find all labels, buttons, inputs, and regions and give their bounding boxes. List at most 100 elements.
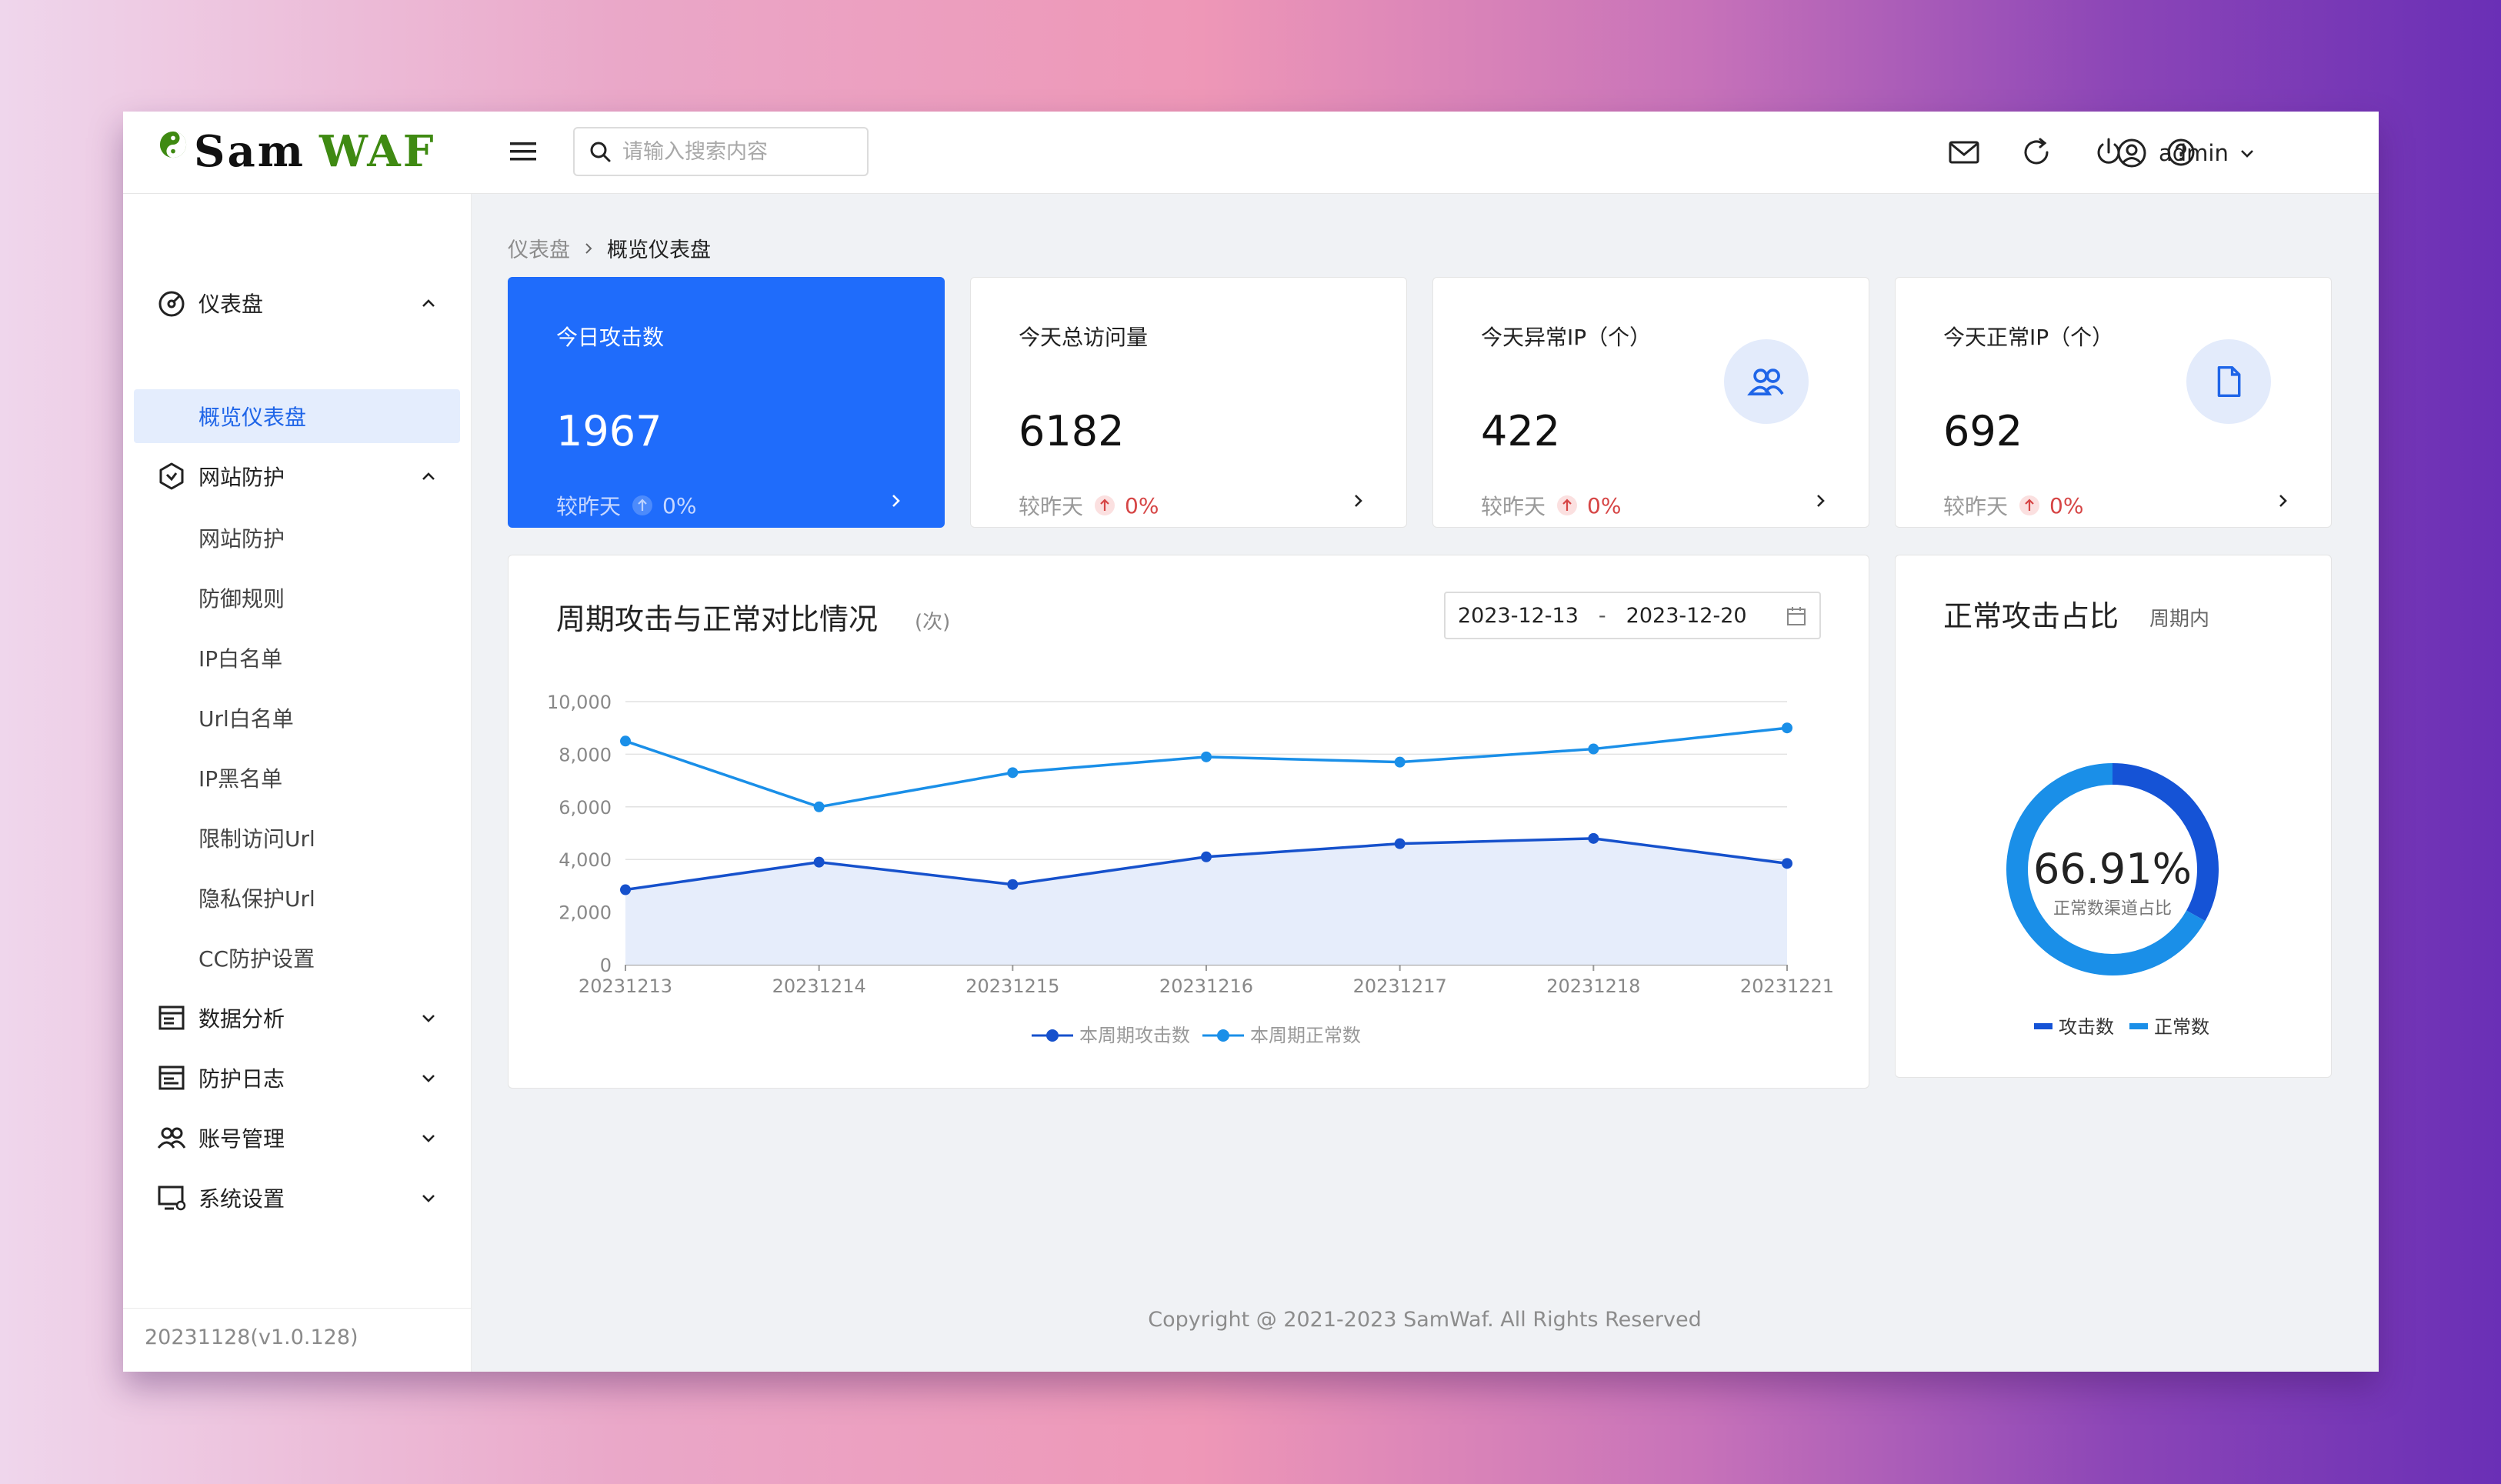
search-input[interactable] [621,138,855,165]
stat-change: 0% [2049,492,2084,519]
sidebar-item-defense-rules[interactable]: 防御规则 [134,571,460,625]
users-icon [157,1127,186,1149]
sidebar-group-label: 防护日志 [198,1066,285,1092]
chevron-right-icon [585,242,592,254]
sidebar-item-label: 限制访问Url [198,826,315,852]
stat-change: 0% [1587,492,1622,519]
user-avatar-icon [2117,138,2146,168]
chevron-right-icon[interactable] [1348,490,1369,512]
data-point [1588,743,1599,755]
legend-marker [1046,1029,1059,1042]
mail-icon[interactable] [1946,135,1982,170]
ratio-donut-chart: 66.91% 正常数渠道占比攻击数 正常数 [2006,763,2219,1038]
data-point [1201,751,1212,762]
stat-card-abnormal-ip[interactable]: 今天异常IP（个） 422 较昨天 0% [1432,277,1869,528]
logo-text-sam: Sam [194,126,305,177]
breadcrumb-dashboard[interactable]: 仪表盘 [508,233,570,263]
sidebar-item-ip-whitelist[interactable]: IP白名单 [134,631,460,685]
donut-center-label: 正常数渠道占比 [2053,899,2172,919]
sidebar-group-label: 系统设置 [198,1186,285,1212]
chevron-down-icon [422,1015,435,1022]
sidebar-item-label: 防御规则 [198,586,285,612]
sidebar-item-label: Url白名单 [198,706,294,732]
menu-toggle-icon[interactable] [508,136,539,167]
legend-label: 攻击数 [2059,1016,2114,1038]
users-badge [1724,339,1809,424]
chevron-right-icon[interactable] [2273,490,2294,512]
stat-card-normal-ip[interactable]: 今天正常IP（个） 692 较昨天 0% [1895,277,2332,528]
data-point [1394,838,1406,849]
y-tick-label: 4,000 [559,849,612,871]
y-tick-label: 10,000 [547,692,612,713]
shield-icon [159,462,184,490]
sidebar-item-url-whitelist[interactable]: Url白名单 [134,691,460,745]
file-icon [2217,366,2241,397]
trend-chart-panel: 周期攻击与正常对比情况 (次) 2023-12-13 - 2023-12-20 … [508,555,1869,1089]
stat-change: 0% [1125,492,1159,519]
legend-label: 本周期攻击数 [1079,1025,1190,1046]
stat-value: 1967 [556,407,662,455]
stat-card-total-visits[interactable]: 今天总访问量 6182 较昨天 0% [970,277,1407,528]
x-tick-label: 20231216 [1159,975,1253,997]
ratio-chart-panel: 正常攻击占比 周期内 66.91% 正常数渠道占比 攻击数 正常数 [1895,555,2332,1078]
stat-title: 今天异常IP（个） [1481,325,1652,350]
data-point [1782,722,1792,734]
chevron-up-icon [422,472,435,480]
breadcrumb: 仪表盘 概览仪表盘 [508,233,711,263]
sidebar-group-system-settings[interactable]: 系统设置 [123,1171,471,1225]
logo[interactable]: Sam WAF [158,121,436,182]
logo-icon [159,131,187,158]
top-header: Sam WAF 请输入搜索内容 admin [123,112,2379,194]
sidebar-group-website-protection[interactable]: 网站防护 [123,449,471,503]
x-tick-label: 20231215 [965,975,1059,997]
sidebar-item-ip-blacklist[interactable]: IP黑名单 [134,751,460,805]
y-tick-label: 0 [600,955,612,976]
compare-label: 较昨天 [556,494,622,519]
sidebar-item-label: IP白名单 [198,646,283,672]
data-point [1394,756,1406,768]
stat-value: 6182 [1019,407,1125,455]
legend-marker [1217,1029,1229,1042]
sidebar-item-label: 概览仪表盘 [198,405,307,430]
stat-compare: 较昨天 0% [1943,490,2083,521]
sidebar-item-label: CC防护设置 [198,946,315,972]
user-menu[interactable]: admin [2116,132,2256,175]
data-point [1201,851,1212,862]
x-tick-label: 20231221 [1740,975,1834,997]
data-point [1782,858,1792,869]
arrow-up-icon [632,495,653,515]
arrow-up-icon [2019,495,2040,515]
x-tick-label: 20231214 [772,975,866,997]
legend-label: 本周期正常数 [1250,1025,1361,1046]
legend-swatch [2034,1023,2052,1029]
stat-title: 今日攻击数 [556,325,665,350]
sidebar-item-restricted-url[interactable]: 限制访问Url [134,811,460,865]
data-point [620,884,631,895]
y-tick-label: 8,000 [559,744,612,765]
donut-center-value: 66.91% [2033,845,2192,893]
stat-change: 0% [662,492,697,519]
data-point [813,801,825,812]
sidebar-item-overview-dashboard[interactable]: 概览仪表盘 [134,389,460,443]
sidebar-group-account-management[interactable]: 账号管理 [123,1111,471,1165]
search-icon [590,142,611,162]
sidebar-item-privacy-url[interactable]: 隐私保护Url [134,871,460,925]
sidebar-group-protection-logs[interactable]: 防护日志 [123,1051,471,1105]
x-tick-label: 20231217 [1353,975,1447,997]
sidebar-group-data-analysis[interactable]: 数据分析 [123,991,471,1045]
chevron-right-icon[interactable] [1810,490,1832,512]
chevron-right-icon[interactable] [885,490,907,512]
chevron-down-icon [422,1075,435,1082]
stat-card-attacks[interactable]: 今日攻击数 1967 较昨天 0% [508,277,945,528]
sidebar: 仪表盘 概览仪表盘 网站防护 网站防护 防御规则 IP白名单 Url白名单 IP… [123,194,472,1372]
data-point [1588,832,1599,844]
arrow-up-icon [1095,495,1115,515]
sidebar-item-cc-protection[interactable]: CC防护设置 [134,931,460,985]
sidebar-group-dashboard[interactable]: 仪表盘 [123,276,471,330]
stat-value: 422 [1481,407,1561,455]
trend-line-chart: 0 2,000 4,000 6,000 8,000 10,000 20231213 20231… [547,692,1834,1046]
sidebar-item-website-protection[interactable]: 网站防护 [134,511,460,565]
data-point [620,735,631,747]
refresh-icon[interactable] [2019,135,2054,170]
compare-label: 较昨天 [1481,494,1546,519]
